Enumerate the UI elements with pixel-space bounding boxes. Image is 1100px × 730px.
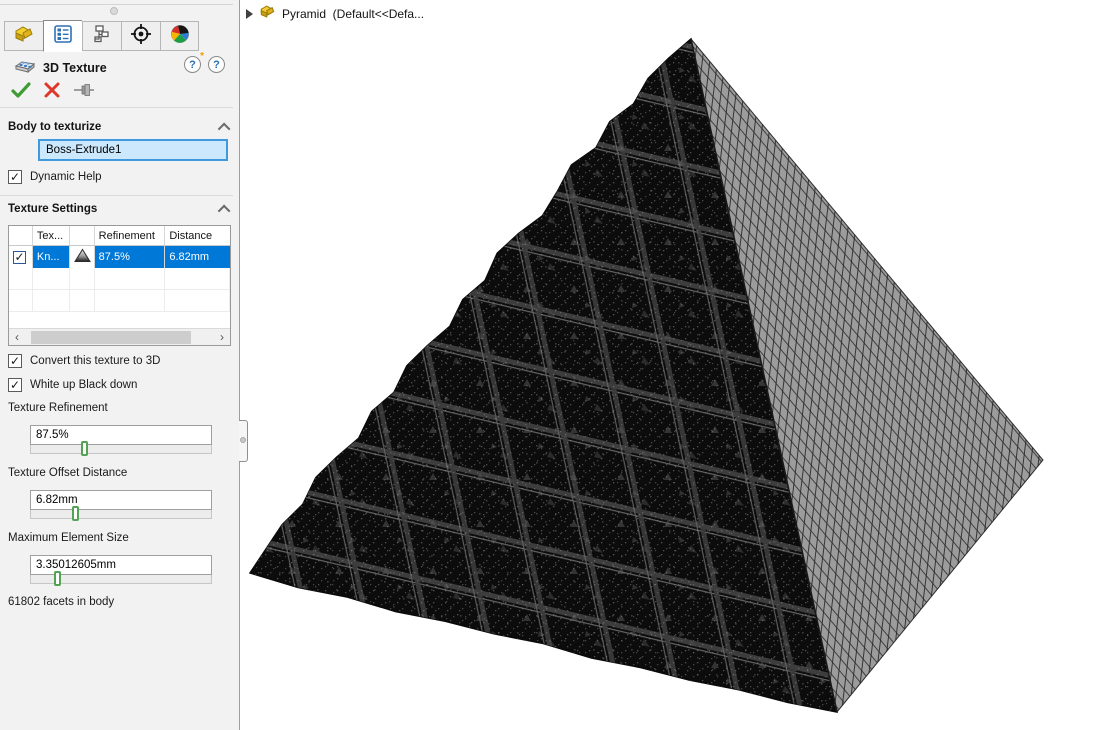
texture-offset-input[interactable]: 6.82mm — [30, 490, 212, 510]
table-row[interactable]: Kn... 87.5% 6.82mm — [9, 246, 230, 268]
handle-grip-icon — [240, 437, 246, 443]
star-glyph: * — [200, 51, 204, 62]
graphics-viewport[interactable]: Pyramid (Default<<Defa... — [241, 0, 1100, 730]
checkbox-label: White up Black down — [30, 379, 137, 391]
texture-refinement-label: Texture Refinement — [8, 402, 108, 414]
convert-texture-checkbox[interactable]: Convert this texture to 3D — [8, 354, 160, 368]
texture-offset-slider[interactable] — [30, 510, 212, 519]
input-value: 3.35012605mm — [36, 559, 116, 571]
white-up-checkbox[interactable]: White up Black down — [8, 378, 137, 392]
texture-refinement-control: 87.5% — [30, 425, 212, 454]
row-check-cell — [9, 246, 33, 268]
col-texture: Tex... — [33, 226, 70, 245]
flyout-tree-expander-icon[interactable] — [246, 9, 253, 19]
texture-offset-label: Texture Offset Distance — [8, 467, 127, 479]
texture-settings-table: Tex... Refinement Distance Kn... — [8, 225, 231, 346]
tab-dimxpert-manager[interactable] — [121, 21, 160, 51]
input-value: 87.5% — [36, 429, 69, 441]
col-refinement: Refinement — [95, 226, 166, 245]
3d-texture-icon — [14, 56, 36, 79]
scrollbar-thumb[interactable] — [31, 331, 191, 344]
slider-thumb[interactable] — [54, 571, 61, 586]
manager-tab-bar — [4, 21, 199, 51]
configuration-icon — [91, 24, 113, 49]
section-body-to-texturize[interactable]: Body to texturize — [8, 121, 230, 133]
document-name[interactable]: Pyramid (Default<<Defa... — [282, 7, 424, 21]
row-thumbnail-cell — [70, 246, 95, 268]
max-element-size-label: Maximum Element Size — [8, 532, 129, 544]
property-manager-icon — [52, 24, 74, 49]
facet-count-text: 61802 facets in body — [8, 596, 114, 608]
slider-thumb[interactable] — [81, 441, 88, 456]
separator — [0, 195, 233, 196]
row-refinement: 87.5% — [95, 246, 166, 268]
table-empty-row — [9, 268, 230, 290]
col-check — [9, 226, 33, 245]
checkbox-label: Convert this texture to 3D — [30, 355, 160, 367]
tab-property-manager[interactable] — [43, 20, 82, 52]
section-label: Body to texturize — [8, 121, 101, 133]
pyramid-model[interactable] — [241, 0, 1100, 730]
collapse-chevron-icon[interactable] — [218, 122, 231, 135]
max-element-size-control: 3.35012605mm — [30, 555, 212, 584]
question-glyph: ? — [213, 59, 220, 71]
part-icon — [13, 25, 35, 48]
checkbox-icon[interactable] — [8, 378, 22, 392]
pin-button[interactable] — [72, 81, 96, 104]
texture-offset-control: 6.82mm — [30, 490, 212, 519]
dynamic-help-checkbox[interactable]: Dynamic Help — [8, 170, 102, 184]
tab-display-manager[interactable] — [160, 21, 199, 51]
selected-body: Boss-Extrude1 — [46, 144, 121, 156]
scroll-right-icon[interactable]: › — [214, 330, 230, 345]
checkbox-icon[interactable] — [13, 251, 26, 264]
table-header-row: Tex... Refinement Distance — [9, 226, 230, 246]
table-horizontal-scrollbar[interactable]: ‹ › — [9, 328, 230, 345]
cancel-button[interactable] — [42, 80, 62, 105]
checkbox-label: Dynamic Help — [30, 171, 102, 183]
ok-button[interactable] — [10, 80, 32, 105]
property-manager-panel: 3D Texture ? * ? — [0, 0, 240, 730]
texture-refinement-input[interactable]: 87.5% — [30, 425, 212, 445]
panel-grip-icon[interactable] — [110, 7, 118, 15]
display-manager-icon — [169, 23, 191, 50]
help-icon[interactable]: ? — [208, 56, 225, 73]
checkbox-icon[interactable] — [8, 354, 22, 368]
tab-feature-manager[interactable] — [4, 21, 43, 51]
texture-refinement-slider[interactable] — [30, 445, 212, 454]
panel-title-row: 3D Texture — [14, 56, 107, 79]
table-empty-row — [9, 290, 230, 312]
checkbox-icon[interactable] — [8, 170, 22, 184]
input-value: 6.82mm — [36, 494, 78, 506]
scroll-left-icon[interactable]: ‹ — [9, 330, 25, 345]
separator — [0, 107, 233, 108]
collapse-chevron-icon[interactable] — [218, 204, 231, 217]
whats-new-help-icon[interactable]: ? * — [184, 56, 201, 73]
section-texture-settings[interactable]: Texture Settings — [8, 203, 230, 215]
part-icon — [259, 4, 276, 24]
panel-collapse-handle[interactable] — [239, 420, 248, 462]
triangle-thumbnail-icon — [74, 248, 91, 266]
row-distance: 6.82mm — [165, 246, 230, 268]
section-label: Texture Settings — [8, 203, 97, 215]
max-element-size-slider[interactable] — [30, 575, 212, 584]
dimxpert-icon — [129, 23, 153, 50]
flyout-feature-tree[interactable]: Pyramid (Default<<Defa... — [246, 4, 424, 24]
row-texture-name: Kn... — [33, 246, 70, 268]
panel-top-divider — [0, 4, 233, 5]
tab-configuration-manager[interactable] — [82, 21, 121, 51]
col-thumbnail — [70, 226, 95, 245]
question-glyph: ? — [189, 59, 196, 71]
body-selection-box[interactable]: Boss-Extrude1 — [38, 139, 228, 161]
col-distance: Distance — [165, 226, 230, 245]
slider-thumb[interactable] — [72, 506, 79, 521]
panel-title: 3D Texture — [43, 61, 107, 75]
